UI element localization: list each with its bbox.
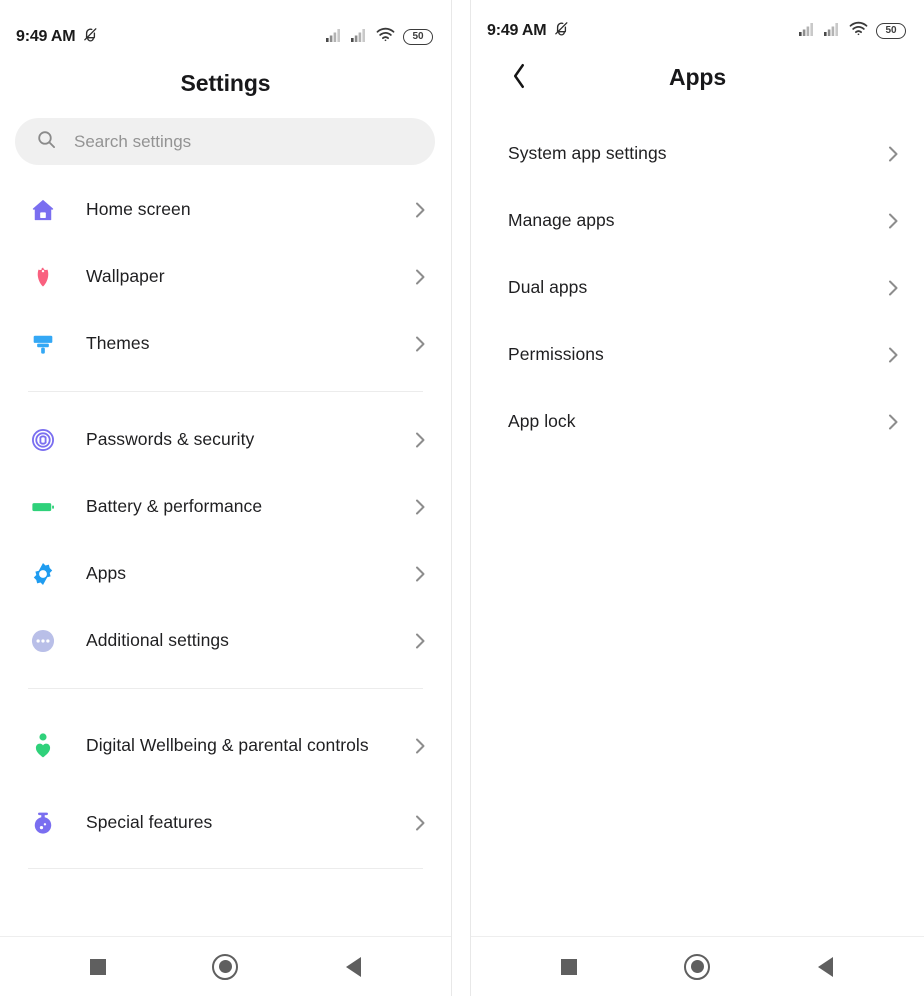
apps-row-label: System app settings <box>508 142 667 163</box>
more-horizontal-icon <box>26 628 60 654</box>
bell-muted-icon <box>82 26 99 48</box>
chevron-right-icon <box>407 430 433 450</box>
apps-row-label: Permissions <box>508 343 604 364</box>
triangle-back-icon[interactable] <box>799 940 853 994</box>
flower-icon <box>26 264 60 290</box>
settings-row-label: Themes <box>86 332 150 353</box>
circle-home-icon[interactable] <box>670 940 724 994</box>
signal-bars-icon <box>351 28 368 47</box>
triangle-back-icon[interactable] <box>326 940 380 994</box>
status-time: 9:49 AM <box>487 22 547 39</box>
page-title: Settings <box>180 70 271 96</box>
settings-row-wallpaper[interactable]: Wallpaper <box>0 243 451 310</box>
chevron-right-icon <box>407 497 433 517</box>
navigation-bar <box>471 936 924 996</box>
apps-row-permissions[interactable]: Permissions <box>471 321 924 388</box>
chevron-right-icon <box>407 631 433 651</box>
search-input[interactable]: Search settings <box>15 118 435 165</box>
settings-row-digital-wellbeing[interactable]: Digital Wellbeing & parental controls <box>0 703 451 789</box>
apps-row-app-lock[interactable]: App lock <box>471 388 924 455</box>
settings-row-label: Wallpaper <box>86 265 165 286</box>
settings-row-battery-performance[interactable]: Battery & performance <box>0 473 451 540</box>
bell-muted-icon <box>553 20 570 42</box>
settings-row-label: Battery & performance <box>86 495 263 516</box>
chevron-right-icon <box>407 736 433 756</box>
chevron-right-icon <box>880 345 906 365</box>
settings-row-label: Passwords & security <box>86 428 255 449</box>
circle-home-icon[interactable] <box>198 940 252 994</box>
search-icon <box>37 130 56 154</box>
apps-list: System app settings Manage apps Dual app… <box>471 120 924 455</box>
battery-level-label: 50 <box>412 31 424 42</box>
battery-indicator: 50 <box>403 29 433 45</box>
chevron-right-icon <box>407 200 433 220</box>
settings-list: Home screen Wallpaper Themes Passwords &… <box>0 176 451 869</box>
page-title: Apps <box>668 64 727 90</box>
settings-row-home-screen[interactable]: Home screen <box>0 176 451 243</box>
status-time: 9:49 AM <box>16 28 76 45</box>
dual-screenshot-container: 9:49 AM 50 Settings Search settings Home… <box>0 0 924 996</box>
paintbrush-icon <box>26 331 60 357</box>
status-bar: 9:49 AM 50 <box>0 22 451 52</box>
status-bar: 9:49 AM 50 <box>471 16 924 46</box>
settings-row-special-features[interactable]: Special features <box>0 789 451 856</box>
signal-bars-icon <box>799 22 816 41</box>
status-bar-left: 9:49 AM <box>487 20 570 42</box>
settings-row-label: Additional settings <box>86 629 229 650</box>
chevron-right-icon <box>880 144 906 164</box>
settings-screen: 9:49 AM 50 Settings Search settings Home… <box>0 0 452 996</box>
apps-row-system-app-settings[interactable]: System app settings <box>471 120 924 187</box>
group-divider <box>28 868 423 869</box>
screen-gap <box>452 0 470 996</box>
wifi-icon <box>849 21 868 41</box>
square-recents-icon[interactable] <box>542 940 596 994</box>
chevron-right-icon <box>880 278 906 298</box>
chevron-right-icon <box>407 813 433 833</box>
apps-screen: 9:49 AM 50 Apps System app settings Mana… <box>470 0 924 996</box>
settings-row-passwords-security[interactable]: Passwords & security <box>0 406 451 473</box>
settings-row-apps[interactable]: Apps <box>0 540 451 607</box>
navigation-bar <box>0 936 451 996</box>
person-heart-icon <box>26 732 60 760</box>
signal-bars-icon <box>326 28 343 47</box>
chevron-right-icon <box>407 564 433 584</box>
settings-row-label: Special features <box>86 811 213 832</box>
signal-bars-icon <box>824 22 841 41</box>
status-bar-left: 9:49 AM <box>16 26 99 48</box>
settings-row-themes[interactable]: Themes <box>0 310 451 377</box>
battery-level-label: 50 <box>885 25 897 36</box>
apps-row-label: App lock <box>508 410 576 431</box>
search-placeholder: Search settings <box>74 131 192 151</box>
status-bar-right: 50 <box>799 21 906 41</box>
wifi-icon <box>376 27 395 47</box>
status-bar-right: 50 <box>326 27 433 47</box>
apps-row-label: Dual apps <box>508 276 588 297</box>
settings-row-label: Digital Wellbeing & parental controls <box>86 735 369 756</box>
fingerprint-icon <box>26 427 60 453</box>
home-icon <box>26 197 60 223</box>
apps-row-dual-apps[interactable]: Dual apps <box>471 254 924 321</box>
settings-row-label: Home screen <box>86 198 191 219</box>
chevron-right-icon <box>407 334 433 354</box>
battery-indicator: 50 <box>876 23 906 39</box>
settings-row-label: Apps <box>86 562 127 583</box>
apps-row-manage-apps[interactable]: Manage apps <box>471 187 924 254</box>
battery-icon <box>26 494 60 520</box>
gear-icon <box>26 561 60 587</box>
flask-icon <box>26 810 60 836</box>
chevron-right-icon <box>880 412 906 432</box>
apps-row-label: Manage apps <box>508 209 615 230</box>
settings-row-additional-settings[interactable]: Additional settings <box>0 607 451 674</box>
chevron-right-icon <box>407 267 433 287</box>
square-recents-icon[interactable] <box>71 940 125 994</box>
chevron-right-icon <box>880 211 906 231</box>
